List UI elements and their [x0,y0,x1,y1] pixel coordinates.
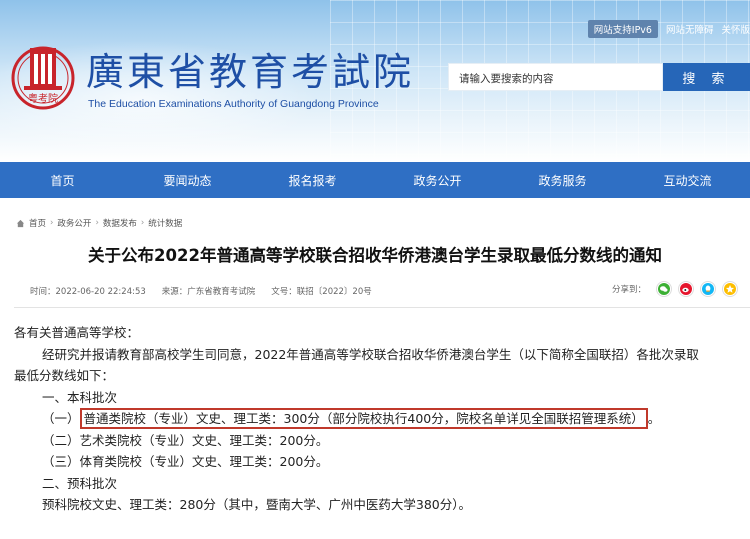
breadcrumb-separator: › [140,218,145,228]
breadcrumb: 首页 › 政务公开 › 数据发布 › 统计数据 [16,217,182,229]
ipv6-badge[interactable]: 网站支持IPv6 [587,20,658,38]
article-body: 各有关普通高等学校： 经研究并报请教育部高校学生司同意，2022年普通高等学校联… [14,322,744,516]
nav-item-registration[interactable]: 报名报考 [250,162,375,198]
breadcrumb-data-release[interactable]: 数据发布 [103,217,137,229]
article-title: 关于公布2022年普通高等学校联合招收华侨港澳台学生录取最低分数线的通知 [88,246,662,265]
breadcrumb-separator: › [95,218,99,228]
paragraph-1-line-1: 经研究并报请教育部高校学生司同意，2022年普通高等学校联合招收华侨港澳台学生（… [42,346,699,362]
article-meta: 时间：2022-06-20 22:24:53 来源：广东省教育考试院 文号：联招… [30,285,372,297]
weibo-icon[interactable] [678,281,695,297]
header-divider [14,307,750,308]
share-label: 分享到： [612,285,647,295]
qq-icon[interactable] [700,281,717,297]
breadcrumb-gov-info[interactable]: 政务公开 [57,217,91,229]
breadcrumb-separator: › [50,218,54,228]
search-button[interactable]: 搜 索 [663,63,750,91]
item-1-suffix: 。 [647,411,661,426]
top-links: 网站支持IPv6 网站无障碍 关怀版 [587,20,750,38]
article-source: 来源：广东省教育考试院 [161,287,256,297]
paragraph-1-line-2: 最低分数线如下： [14,368,115,383]
share-bar: 分享到： [612,281,739,297]
section-2-item-1: 预科院校文史、理工类：280分（其中，暨南大学、广州中医药大学380分）。 [42,497,471,512]
main-nav: 首页 要闻动态 报名报考 政务公开 政务服务 互动交流 [0,162,750,198]
document-number: 文号：联招〔2022〕20号 [271,287,372,297]
greeting: 各有关普通高等学校： [14,325,140,340]
accessibility-link[interactable]: 网站无障碍 [666,22,714,36]
section-1-item-3: （三）体育类院校（专业）文史、理工类：200分。 [42,454,329,469]
section-2-heading: 二、预科批次 [42,475,118,491]
home-icon [16,219,25,227]
logo-text: 粤考院 [28,92,58,105]
item-1-prefix: （一） [42,411,80,426]
section-1-item-1: （一） 普通类院校（专业）文史、理工类：300分（部分院校执行400分，院校名单详… [14,408,744,430]
section-1-item-2: （二）艺术类院校（专业）文史、理工类：200分。 [42,432,329,448]
publish-time: 时间：2022-06-20 22:24:53 [30,287,146,297]
care-version-link[interactable]: 关怀版 [721,22,750,36]
qzone-icon[interactable] [722,281,739,297]
nav-item-home[interactable]: 首页 [0,162,125,198]
site-title: 廣東省教育考試院 [86,50,415,94]
search-input[interactable]: 请输入要搜索的内容 [448,63,663,91]
nav-item-gov-info[interactable]: 政务公开 [375,162,500,198]
wechat-icon[interactable] [656,281,673,297]
site-subtitle: The Education Examinations Authority of … [88,98,379,110]
nav-item-interaction[interactable]: 互动交流 [625,162,750,198]
nav-item-news[interactable]: 要闻动态 [125,162,250,198]
section-1-heading: 一、本科批次 [42,389,118,405]
breadcrumb-statistics[interactable]: 统计数据 [148,217,182,229]
site-logo[interactable]: 粤考院 [10,40,76,110]
site-header: 粤考院 廣東省教育考試院 The Education Examinations … [0,0,750,162]
breadcrumb-home[interactable]: 首页 [29,217,46,229]
nav-item-gov-service[interactable]: 政务服务 [500,162,625,198]
highlighted-score: 普通类院校（专业）文史、理工类：300分（部分院校执行400分，院校名单详见全国… [79,408,648,429]
